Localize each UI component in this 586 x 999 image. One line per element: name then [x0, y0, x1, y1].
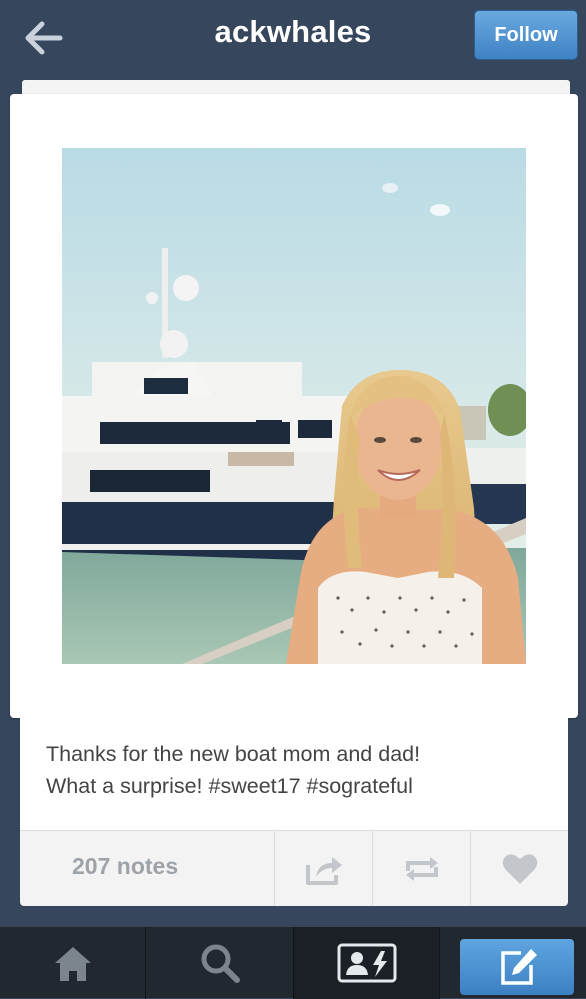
home-icon — [54, 947, 91, 981]
caption-line: Thanks for the new boat mom and dad! — [46, 742, 421, 766]
share-icon — [305, 856, 342, 885]
heart-icon — [502, 853, 537, 884]
post-footer: 207 notes — [20, 830, 568, 906]
photo-frame — [10, 94, 578, 718]
caption-line: What a surprise! #sweet17 #sograteful — [46, 774, 413, 798]
compose-icon — [501, 949, 537, 985]
bottom-tab-bar — [0, 926, 586, 999]
top-bar: ackwhales Follow — [0, 0, 586, 72]
post-photo[interactable] — [62, 148, 526, 664]
tab-account[interactable] — [294, 927, 440, 999]
like-button[interactable] — [470, 831, 568, 906]
tab-search[interactable] — [146, 927, 294, 999]
caption-area: Thanks for the new boat mom and dad! Wha… — [20, 718, 568, 830]
account-icon — [337, 943, 396, 983]
reblog-button[interactable] — [372, 831, 470, 906]
reblog-icon — [405, 856, 438, 881]
tab-home[interactable] — [0, 927, 146, 999]
post-caption: Thanks for the new boat mom and dad! Wha… — [46, 738, 556, 802]
photo-image — [62, 148, 526, 664]
follow-button[interactable]: Follow — [474, 10, 578, 60]
notes-count[interactable]: 207 notes — [72, 853, 178, 880]
search-icon — [201, 944, 240, 983]
share-button[interactable] — [274, 831, 372, 906]
post-card: Thanks for the new boat mom and dad! Wha… — [10, 94, 578, 906]
tab-compose[interactable] — [460, 939, 574, 995]
